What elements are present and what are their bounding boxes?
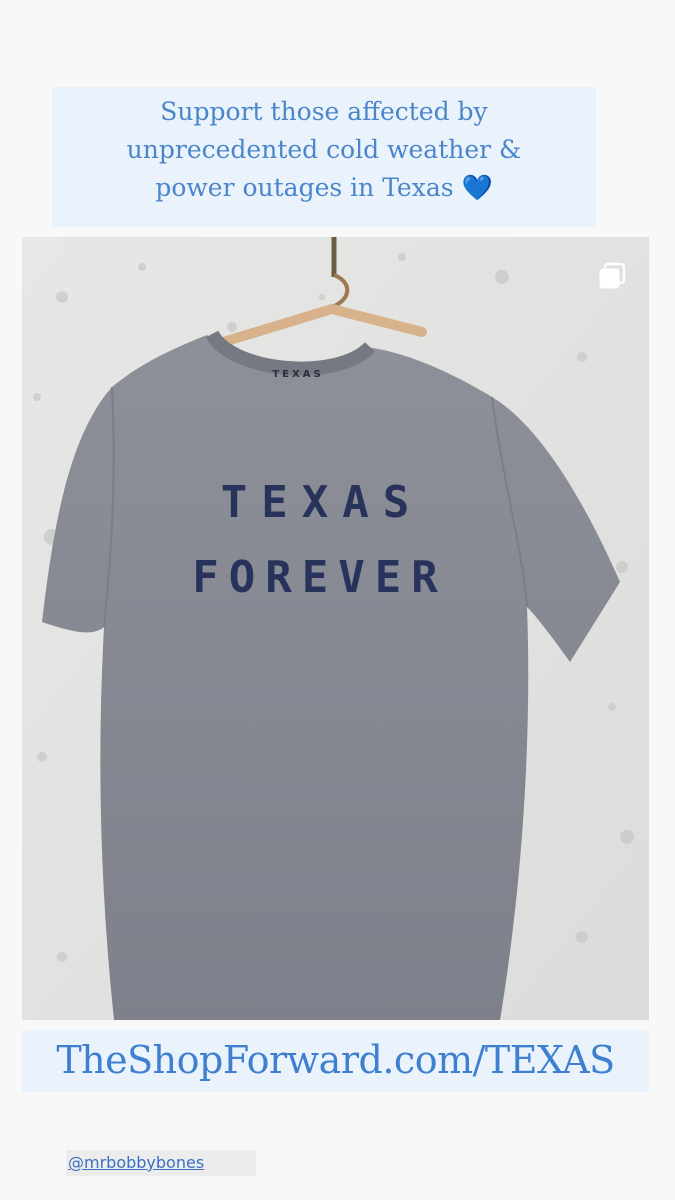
user-mention-sticker[interactable]: @mrbobbybones bbox=[66, 1150, 256, 1176]
caption-line-2: unprecedented cold weather & bbox=[126, 135, 522, 164]
blue-heart-emoji: 💙 bbox=[461, 173, 493, 202]
shirt-print-line-2: FOREVER bbox=[192, 552, 447, 603]
product-photo: TEXAS TEXAS FOREVER bbox=[22, 237, 649, 1020]
shop-link[interactable]: TheShopForward.com/TEXAS bbox=[22, 1030, 649, 1092]
shirt-print-line-1: TEXAS bbox=[221, 477, 423, 528]
tshirt-image: TEXAS TEXAS FOREVER bbox=[22, 237, 649, 1020]
neck-label: TEXAS bbox=[272, 369, 323, 380]
caption-line-3: power outages in Texas 💙 bbox=[60, 169, 588, 207]
story-caption: Support those affected by unprecedented … bbox=[52, 87, 596, 227]
caption-line-3-text: power outages in Texas bbox=[155, 173, 454, 202]
caption-line-1: Support those affected by bbox=[160, 97, 488, 126]
multiple-photos-icon[interactable] bbox=[597, 261, 627, 291]
